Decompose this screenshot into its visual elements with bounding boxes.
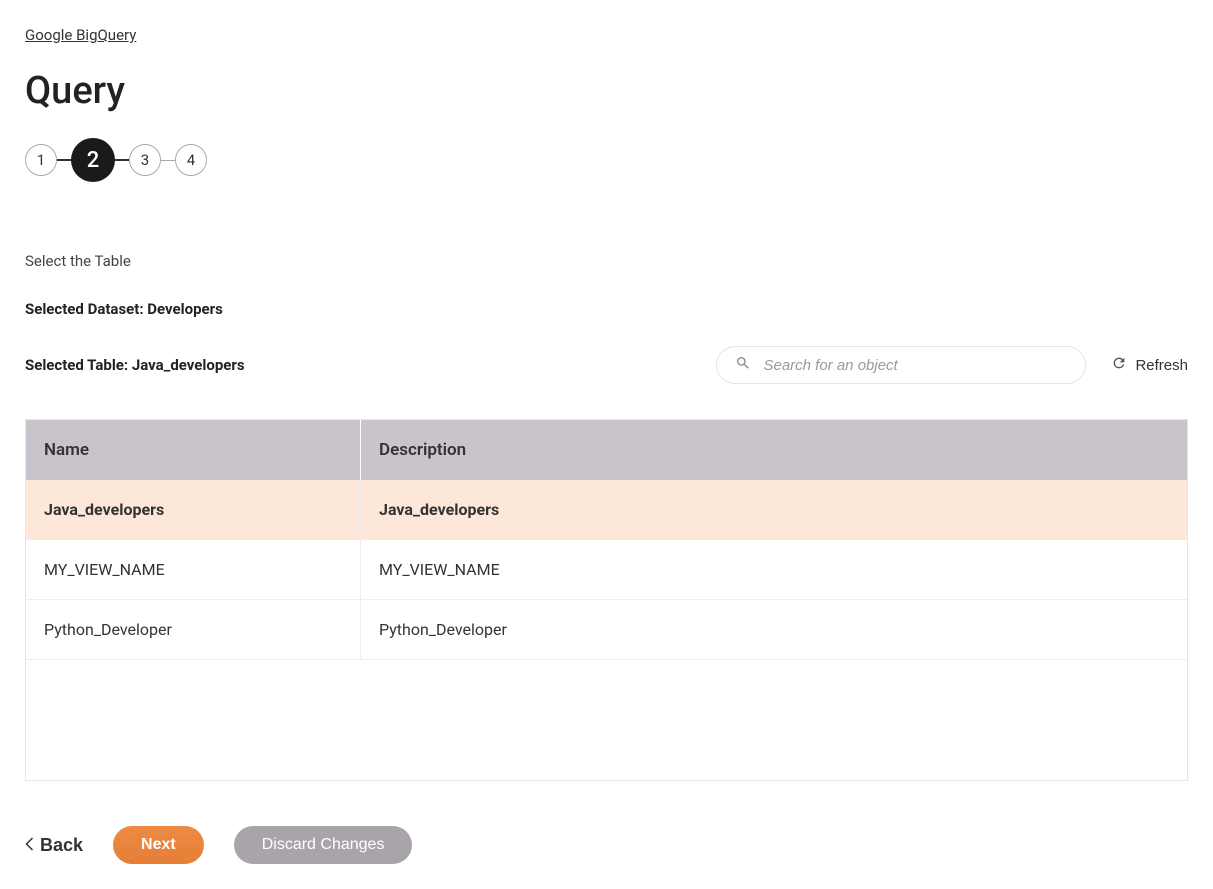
refresh-icon (1111, 355, 1127, 375)
back-label: Back (40, 835, 83, 856)
cell-name: Java_developers (26, 480, 361, 540)
step-connector (115, 159, 129, 161)
cell-description: Python_Developer (361, 600, 1187, 660)
discard-button[interactable]: Discard Changes (234, 826, 413, 864)
page-title: Query (25, 69, 1188, 113)
table-row[interactable]: Python_Developer Python_Developer (26, 600, 1187, 660)
step-3[interactable]: 3 (129, 144, 161, 176)
next-button[interactable]: Next (113, 826, 204, 864)
section-instruction: Select the Table (25, 252, 1188, 270)
search-icon (735, 355, 763, 375)
step-4[interactable]: 4 (175, 144, 207, 176)
chevron-left-icon (25, 835, 34, 856)
refresh-label: Refresh (1135, 357, 1188, 374)
selected-dataset-label: Selected Dataset: Developers (25, 300, 1188, 318)
column-header-description: Description (361, 420, 1187, 480)
step-2[interactable]: 2 (71, 138, 115, 182)
column-header-name: Name (26, 420, 361, 480)
cell-name: Python_Developer (26, 600, 361, 660)
cell-name: MY_VIEW_NAME (26, 540, 361, 600)
footer-actions: Back Next Discard Changes (25, 826, 1188, 864)
table-filler (26, 660, 1187, 780)
refresh-button[interactable]: Refresh (1111, 355, 1188, 375)
step-connector (161, 160, 175, 161)
back-button[interactable]: Back (25, 835, 83, 856)
cell-description: MY_VIEW_NAME (361, 540, 1187, 600)
stepper: 1 2 3 4 (25, 138, 1188, 182)
table-row[interactable]: MY_VIEW_NAME MY_VIEW_NAME (26, 540, 1187, 600)
step-connector (57, 159, 71, 161)
step-1[interactable]: 1 (25, 144, 57, 176)
cell-description: Java_developers (361, 480, 1187, 540)
search-box[interactable] (716, 346, 1086, 384)
table-row[interactable]: Java_developers Java_developers (26, 480, 1187, 540)
tables-list: Name Description Java_developers Java_de… (25, 419, 1188, 781)
search-input[interactable] (763, 357, 1067, 374)
selected-table-label: Selected Table: Java_developers (25, 356, 245, 374)
breadcrumb-link[interactable]: Google BigQuery (25, 26, 136, 44)
